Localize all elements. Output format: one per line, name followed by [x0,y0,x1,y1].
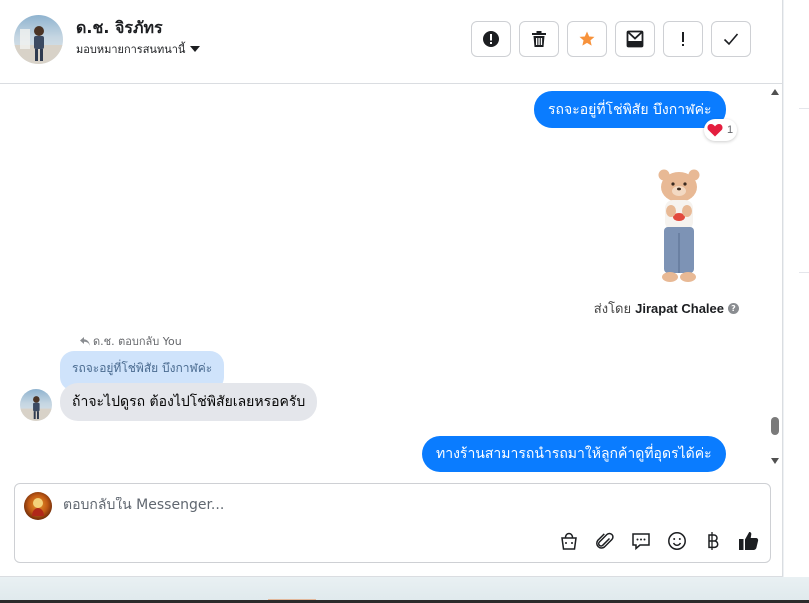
reply-input[interactable] [63,497,663,513]
reply-meta-text: ด.ช. ตอบกลับ You [93,335,182,348]
mark-spam-button[interactable] [663,21,703,57]
assign-conversation-dropdown[interactable]: มอบหมายการสนทนานี้ [76,40,201,58]
reply-indicator: ด.ช. ตอบกลับ You [80,332,182,350]
teddy-bear-sticker[interactable] [650,167,708,287]
sender-avatar[interactable] [20,389,52,421]
baht-icon [708,532,719,550]
exclamation-circle-icon [483,31,499,47]
heart-icon [707,124,723,137]
saved-replies-button[interactable] [630,530,652,552]
message-thread[interactable]: รถจะอยู่ที่โช่พิสัย บึงกาฬค่ะ 1 ส่งโดย J… [0,85,783,473]
conversation-toolbar [471,21,751,57]
scroll-down-arrow[interactable] [771,458,779,464]
outgoing-message[interactable]: ทางร้านสามารถนำรถมาให้ลูกค้าดูที่อุดรได้… [422,436,726,472]
reply-arrow-icon [80,336,90,346]
star-button[interactable] [567,21,607,57]
scrollbar-thumb[interactable] [771,417,779,435]
move-to-inbox-button[interactable] [615,21,655,57]
sent-by-name: Jirapat Chalee [635,301,724,316]
incoming-message[interactable]: ถ้าจะไปดูรถ ต้องไปโช่พิสัยเลยหรอครับ [60,383,318,421]
attach-button[interactable] [594,530,616,552]
scroll-up-arrow[interactable] [771,89,779,95]
emoji-button[interactable] [666,530,688,552]
reaction-count: 1 [727,124,734,136]
product-button[interactable] [558,530,580,552]
page-avatar [24,492,52,520]
contact-avatar[interactable] [14,15,63,64]
reply-composer [14,483,771,563]
delete-button[interactable] [519,21,559,57]
composer-tools [558,530,760,552]
exclamation-icon [682,32,684,46]
payment-button[interactable] [702,530,724,552]
thumbs-up-icon [739,532,759,550]
question-circle-icon[interactable]: ? [728,303,739,314]
smiley-icon [668,532,686,550]
contact-name: ด.ช. จิรภัทร [76,18,163,37]
paperclip-icon [596,532,614,549]
check-icon [723,33,739,46]
conversation-header: ด.ช. จิรภัทร มอบหมายการสนทนานี้ [0,0,783,84]
sent-by-prefix: ส่งโดย [593,302,632,317]
taskbar-edge [0,577,809,603]
envelope-icon [626,30,644,48]
sent-by-label: ส่งโดย Jirapat Chalee ? [594,298,739,319]
speech-bubble-icon [632,533,650,551]
reaction-badge[interactable]: 1 [704,119,738,141]
outgoing-message[interactable]: รถจะอยู่ที่โช่พิสัย บึงกาฬค่ะ [534,91,726,128]
mark-done-button[interactable] [711,21,751,57]
shopping-bag-icon [561,532,577,550]
like-button[interactable] [738,530,760,552]
trash-icon [532,31,546,47]
caret-down-icon [190,46,201,52]
report-button[interactable] [471,21,511,57]
star-icon [579,31,595,46]
assign-label: มอบหมายการสนทนานี้ [76,43,186,56]
side-strip [784,0,809,577]
